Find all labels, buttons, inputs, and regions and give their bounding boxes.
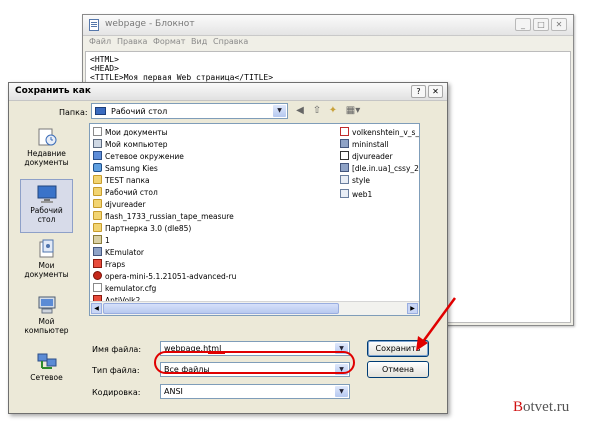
annotation-arrow (416, 297, 457, 351)
watermark-logo: Botvet.ru (513, 399, 570, 415)
